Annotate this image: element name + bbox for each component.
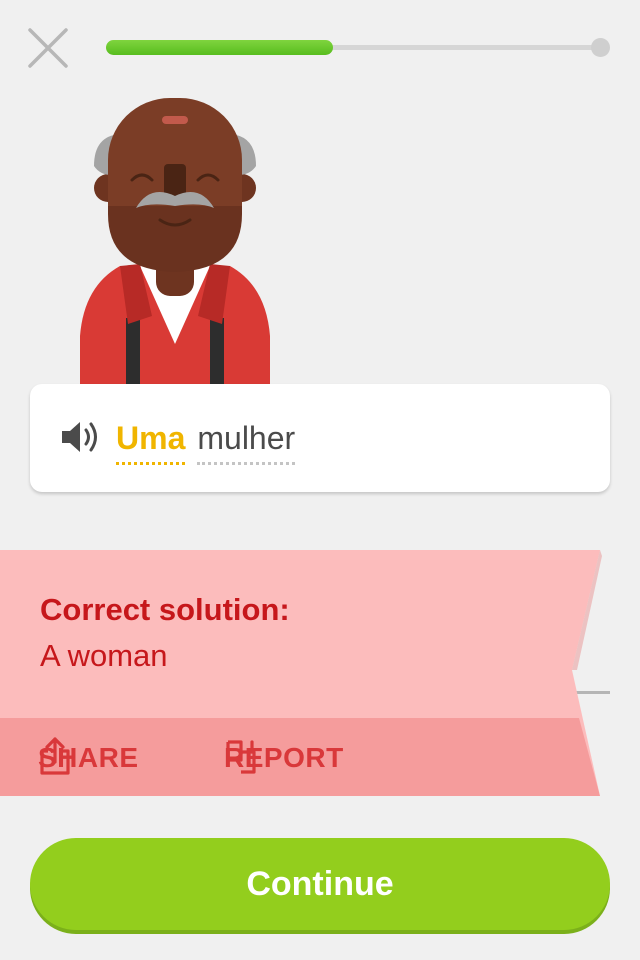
report-button[interactable]: REPORT: [224, 736, 344, 780]
progress-end-dot: [591, 38, 610, 57]
flag-icon: [226, 740, 256, 774]
speaker-icon: [62, 422, 97, 452]
continue-button[interactable]: Continue: [30, 838, 610, 930]
prompt-word[interactable]: mulher: [197, 416, 296, 465]
feedback-title: Correct solution:: [40, 592, 290, 627]
prompt-word[interactable]: Uma: [116, 416, 186, 465]
correct-answer: A woman: [40, 638, 168, 673]
progress-fill: [106, 40, 334, 55]
progress-bar: [106, 38, 610, 57]
close-button[interactable]: [26, 26, 70, 70]
feedback-banner: Correct solution: A woman SHARE REPORT: [0, 550, 602, 796]
play-audio-button[interactable]: [60, 418, 102, 456]
prompt-card: Uma mulher: [30, 384, 610, 492]
prompt-sentence: Uma mulher: [116, 416, 307, 465]
share-button[interactable]: SHARE: [38, 736, 139, 780]
character-illustration: [80, 98, 270, 386]
share-icon: [40, 737, 70, 775]
close-icon: [28, 28, 68, 68]
